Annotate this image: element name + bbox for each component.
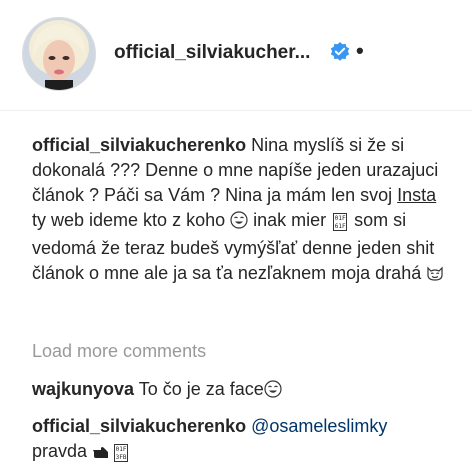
tears-of-joy-emoji-icon — [264, 380, 282, 405]
comment-text: To čo je za face — [134, 379, 264, 399]
smirking-cat-emoji-icon — [426, 264, 444, 289]
comment-username-link[interactable]: official_silviakucherenko — [32, 416, 246, 436]
pointing-hand-emoji-icon — [92, 442, 112, 467]
post-caption: official_silviakucherenko Nina myslíš si… — [32, 133, 452, 289]
header-divider — [0, 110, 472, 111]
more-dot-icon[interactable]: • — [356, 40, 364, 62]
avatar-image — [23, 18, 95, 90]
unknown-glyph-icon: 01F 61F — [333, 213, 348, 231]
caption-text-2: ty web ideme kto z koho — [32, 210, 231, 230]
unknown-glyph-icon: 01F 3FB — [114, 444, 129, 462]
tears-of-joy-emoji-icon — [230, 211, 248, 236]
header-username-link[interactable]: official_silviakucher... — [114, 42, 310, 64]
verified-badge-icon — [330, 42, 350, 62]
mention-link[interactable]: @osameleslimky — [251, 416, 387, 436]
comment-item: wajkunyova To čo je za face — [32, 377, 452, 405]
caption-username-link[interactable]: official_silviakucherenko — [32, 135, 246, 155]
post-header: official_silviakucher... • — [0, 0, 472, 110]
comment-username-link[interactable]: wajkunyova — [32, 379, 134, 399]
load-more-comments-button[interactable]: Load more comments — [32, 341, 206, 362]
profile-avatar[interactable] — [22, 17, 96, 91]
caption-text-3: inak mier — [248, 210, 332, 230]
comment-item: official_silviakucherenko @osameleslimky… — [32, 414, 452, 467]
insta-link[interactable]: Insta — [397, 185, 436, 205]
comment-text: pravda — [32, 441, 93, 461]
